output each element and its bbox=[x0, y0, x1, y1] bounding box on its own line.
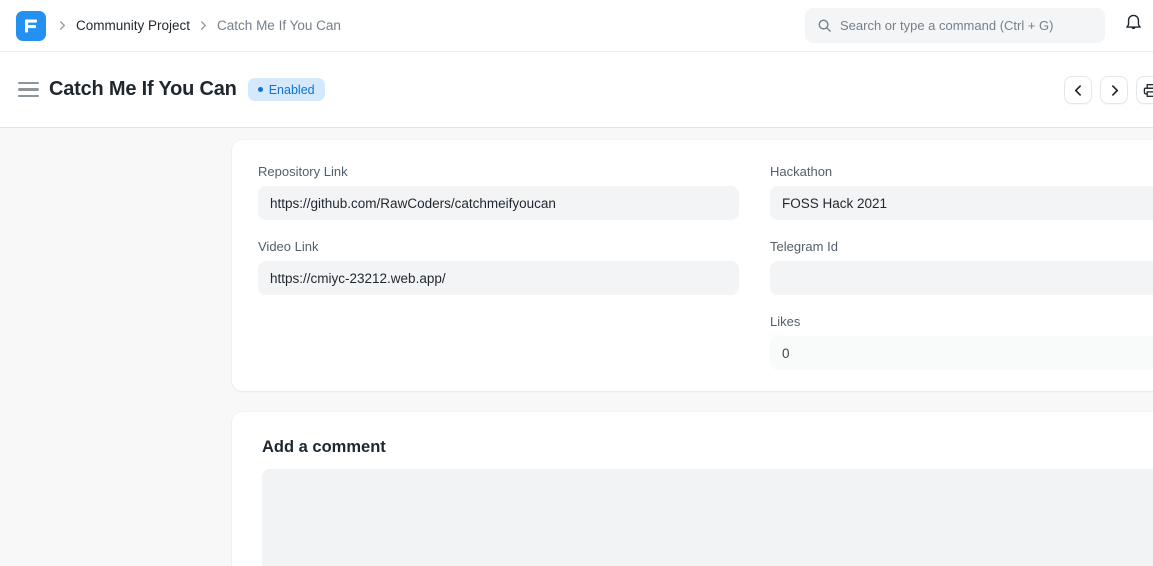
form-page-content: Repository Link Video Link Hackathon Tel… bbox=[0, 128, 1153, 566]
notification-bell-icon[interactable] bbox=[1124, 13, 1143, 33]
field-hackathon: Hackathon bbox=[770, 164, 1153, 220]
field-video-link: Video Link bbox=[258, 239, 739, 295]
chevron-left-icon bbox=[1073, 85, 1084, 96]
field-label: Likes bbox=[770, 314, 1153, 329]
form-grid: Repository Link Video Link Hackathon Tel… bbox=[258, 164, 1153, 370]
printer-icon bbox=[1143, 83, 1153, 98]
breadcrumb: Community Project Catch Me If You Can bbox=[58, 18, 341, 33]
field-telegram-id: Telegram Id bbox=[770, 239, 1153, 295]
likes-input bbox=[770, 336, 1153, 370]
field-label: Video Link bbox=[258, 239, 739, 254]
search-input[interactable] bbox=[840, 18, 1093, 33]
search-icon bbox=[817, 18, 832, 33]
field-label: Telegram Id bbox=[770, 239, 1153, 254]
status-dot-icon bbox=[258, 87, 263, 92]
comment-section-card: Add a comment bbox=[232, 412, 1153, 566]
chevron-right-icon bbox=[199, 21, 208, 30]
add-comment-heading: Add a comment bbox=[262, 438, 1153, 457]
breadcrumb-item-community-project[interactable]: Community Project bbox=[76, 18, 190, 33]
global-search[interactable] bbox=[805, 8, 1105, 43]
breadcrumb-item-current[interactable]: Catch Me If You Can bbox=[217, 18, 341, 33]
telegram-id-input[interactable] bbox=[770, 261, 1153, 295]
frappe-logo-icon bbox=[22, 17, 40, 35]
video-link-input[interactable] bbox=[258, 261, 739, 295]
chevron-right-icon bbox=[1109, 85, 1120, 96]
status-badge-label: Enabled bbox=[269, 83, 315, 97]
top-navbar: Community Project Catch Me If You Can bbox=[0, 0, 1153, 52]
page-head: Catch Me If You Can Enabled bbox=[0, 52, 1153, 128]
page-head-actions bbox=[1064, 76, 1153, 104]
comment-input[interactable] bbox=[262, 469, 1153, 566]
field-label: Repository Link bbox=[258, 164, 739, 179]
status-badge: Enabled bbox=[248, 78, 325, 101]
form-column-right: Hackathon Telegram Id Likes bbox=[770, 164, 1153, 370]
field-repository-link: Repository Link bbox=[258, 164, 739, 220]
hackathon-input[interactable] bbox=[770, 186, 1153, 220]
field-likes: Likes bbox=[770, 314, 1153, 370]
prev-document-button[interactable] bbox=[1064, 76, 1092, 104]
form-section-card: Repository Link Video Link Hackathon Tel… bbox=[232, 140, 1153, 391]
print-button[interactable] bbox=[1136, 76, 1153, 104]
frappe-logo[interactable] bbox=[16, 11, 46, 41]
next-document-button[interactable] bbox=[1100, 76, 1128, 104]
form-column-left: Repository Link Video Link bbox=[258, 164, 739, 370]
page-title: Catch Me If You Can bbox=[49, 78, 237, 101]
sidebar-toggle-icon[interactable] bbox=[18, 82, 39, 98]
chevron-right-icon bbox=[58, 21, 67, 30]
repository-link-input[interactable] bbox=[258, 186, 739, 220]
field-label: Hackathon bbox=[770, 164, 1153, 179]
